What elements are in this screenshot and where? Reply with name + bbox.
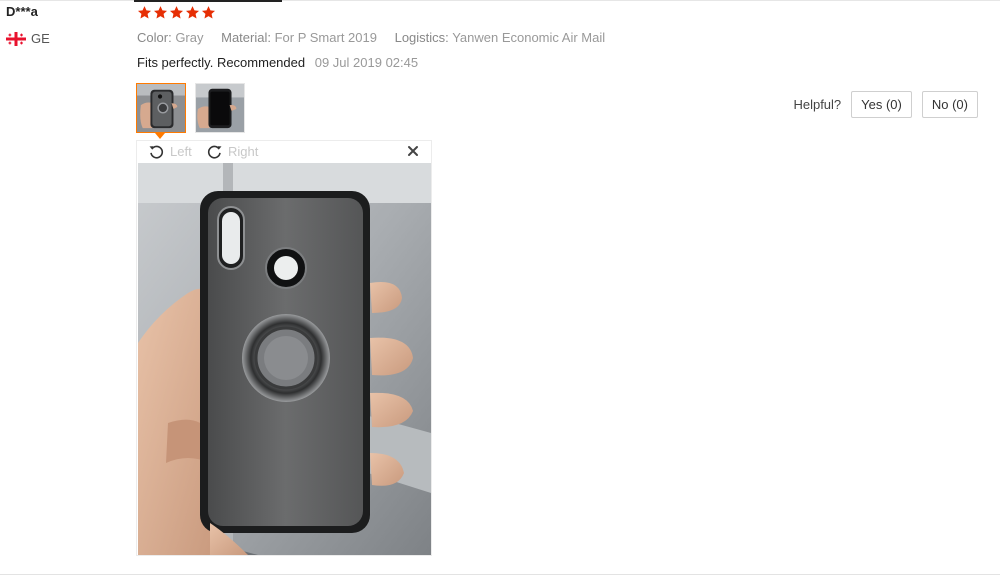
star-icon — [201, 6, 216, 19]
rotate-right-label: Right — [228, 144, 259, 159]
star-icon — [137, 6, 152, 19]
rotate-left-label: Left — [170, 144, 192, 159]
star-icon — [185, 6, 200, 19]
order-attributes: Color: Gray Material: For P Smart 2019 L… — [137, 30, 619, 45]
review-date: 09 Jul 2019 02:45 — [314, 55, 419, 70]
phone-front-thumbnail-image — [196, 84, 244, 132]
rotate-right-icon — [207, 145, 222, 159]
review-photo-thumbnail-1[interactable] — [136, 83, 186, 133]
review-photo-thumbnail-2[interactable] — [195, 83, 245, 133]
vote-yes-button[interactable]: Yes (0) — [851, 91, 912, 118]
rotate-left-button[interactable]: Left — [148, 143, 192, 160]
attribute-logistics: Logistics: Yanwen Economic Air Mail — [394, 30, 606, 45]
review-photo-viewer: Left Right — [136, 140, 432, 556]
buyer-country: GE — [6, 31, 50, 46]
country-code: GE — [31, 31, 50, 46]
viewer-toolbar: Left Right — [137, 141, 431, 163]
phone-photo-thumbnail-image — [137, 84, 185, 132]
bottom-divider — [0, 574, 1000, 575]
star-icon — [153, 6, 168, 19]
helpful-vote-group: Helpful? Yes (0) No (0) — [793, 91, 978, 118]
georgia-flag-icon — [6, 31, 26, 46]
attribute-color: Color: Gray — [137, 30, 204, 45]
rotate-right-button[interactable]: Right — [206, 143, 258, 160]
helpful-label: Helpful? — [793, 97, 842, 112]
vote-no-button[interactable]: No (0) — [921, 91, 978, 118]
buyer-name: D***a — [6, 4, 38, 19]
selected-thumbnail-caret — [155, 133, 165, 139]
review-text: Fits perfectly. Recommended — [137, 55, 306, 70]
close-icon[interactable] — [405, 143, 421, 159]
rotate-left-icon — [149, 145, 164, 159]
review-body: Fits perfectly. Recommended 09 Jul 2019 … — [137, 55, 418, 70]
star-rating — [137, 5, 216, 20]
star-icon — [169, 6, 184, 19]
active-tab-indicator — [134, 0, 282, 2]
attribute-material: Material: For P Smart 2019 — [221, 30, 377, 45]
review-photo — [138, 163, 431, 555]
